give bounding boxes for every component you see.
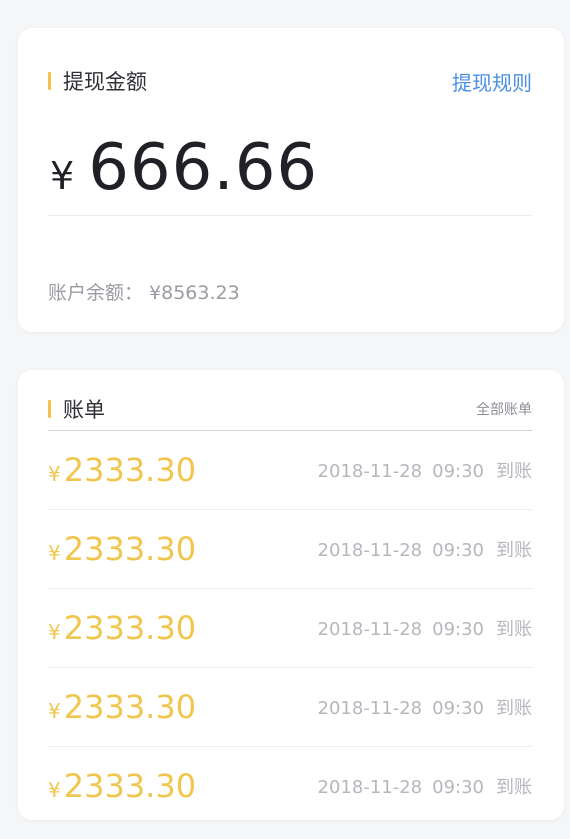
currency-symbol: ¥ — [50, 154, 75, 198]
all-bills-link[interactable]: 全部账单 — [476, 399, 532, 419]
bill-date: 2018-11-28 — [317, 698, 423, 719]
bill-meta: 2018-11-28 09:30 到账 — [318, 615, 532, 641]
bill-time: 09:30 — [432, 777, 484, 798]
withdraw-title: 提现金额 — [63, 70, 147, 94]
bill-amount: ¥ 2333.30 — [48, 451, 196, 489]
bill-date: 2018-11-28 — [317, 619, 423, 640]
currency-symbol: ¥ — [48, 462, 61, 486]
bill-status: 到账 — [496, 777, 532, 798]
bill-amount-value: 2333.30 — [63, 530, 197, 568]
balance-value: ¥8563.23 — [149, 282, 240, 304]
currency-symbol: ¥ — [48, 699, 61, 723]
bill-row[interactable]: ¥ 2333.30 2018-11-28 09:30 到账 — [48, 747, 532, 825]
bill-amount-value: 2333.30 — [63, 767, 197, 805]
bill-list: ¥ 2333.30 2018-11-28 09:30 到账 ¥ 2333.30 20… — [48, 431, 532, 825]
bill-meta: 2018-11-28 09:30 到账 — [318, 773, 532, 799]
withdraw-amount-value: 666.66 — [88, 131, 319, 205]
bill-row[interactable]: ¥ 2333.30 2018-11-28 09:30 到账 — [48, 431, 532, 510]
bill-time: 09:30 — [432, 698, 484, 719]
bill-amount: ¥ 2333.30 — [48, 530, 196, 568]
bill-amount-value: 2333.30 — [63, 451, 197, 489]
bill-meta: 2018-11-28 09:30 到账 — [318, 457, 532, 483]
bill-meta: 2018-11-28 09:30 到账 — [318, 536, 532, 562]
bill-status: 到账 — [496, 698, 532, 719]
withdraw-amount: ¥ 666.66 — [50, 131, 318, 205]
bill-header: 账单 全部账单 — [48, 394, 532, 424]
bill-row[interactable]: ¥ 2333.30 2018-11-28 09:30 到账 — [48, 510, 532, 589]
bill-card: 账单 全部账单 ¥ 2333.30 2018-11-28 09:30 到账 ¥ 23… — [18, 370, 564, 820]
bill-amount-value: 2333.30 — [63, 688, 197, 726]
accent-bar — [48, 400, 51, 418]
withdraw-rules-link[interactable]: 提现规则 — [452, 67, 532, 96]
bill-meta: 2018-11-28 09:30 到账 — [318, 694, 532, 720]
bill-status: 到账 — [496, 461, 532, 482]
currency-symbol: ¥ — [48, 620, 61, 644]
accent-bar — [48, 72, 51, 90]
withdraw-header: 提现金额 提现规则 — [48, 66, 532, 96]
currency-symbol: ¥ — [48, 541, 61, 565]
bill-title-group: 账单 — [48, 394, 105, 424]
bill-date: 2018-11-28 — [317, 461, 423, 482]
bill-row[interactable]: ¥ 2333.30 2018-11-28 09:30 到账 — [48, 589, 532, 668]
withdraw-card: 提现金额 提现规则 ¥ 666.66 账户余额： ¥8563.23 — [18, 28, 564, 332]
bill-row[interactable]: ¥ 2333.30 2018-11-28 09:30 到账 — [48, 668, 532, 747]
bill-amount-value: 2333.30 — [63, 609, 197, 647]
bill-date: 2018-11-28 — [317, 540, 423, 561]
bill-amount: ¥ 2333.30 — [48, 767, 196, 805]
bill-title: 账单 — [63, 398, 105, 422]
bill-time: 09:30 — [432, 461, 484, 482]
bill-amount: ¥ 2333.30 — [48, 688, 196, 726]
bill-time: 09:30 — [432, 619, 484, 640]
withdraw-title-group: 提现金额 — [48, 66, 147, 96]
bill-time: 09:30 — [432, 540, 484, 561]
account-balance: 账户余额： ¥8563.23 — [48, 278, 240, 305]
bill-status: 到账 — [496, 540, 532, 561]
balance-label: 账户余额： — [48, 282, 144, 304]
bill-amount: ¥ 2333.30 — [48, 609, 196, 647]
bill-date: 2018-11-28 — [317, 777, 423, 798]
currency-symbol: ¥ — [48, 778, 61, 802]
divider — [48, 215, 532, 216]
bill-status: 到账 — [496, 619, 532, 640]
